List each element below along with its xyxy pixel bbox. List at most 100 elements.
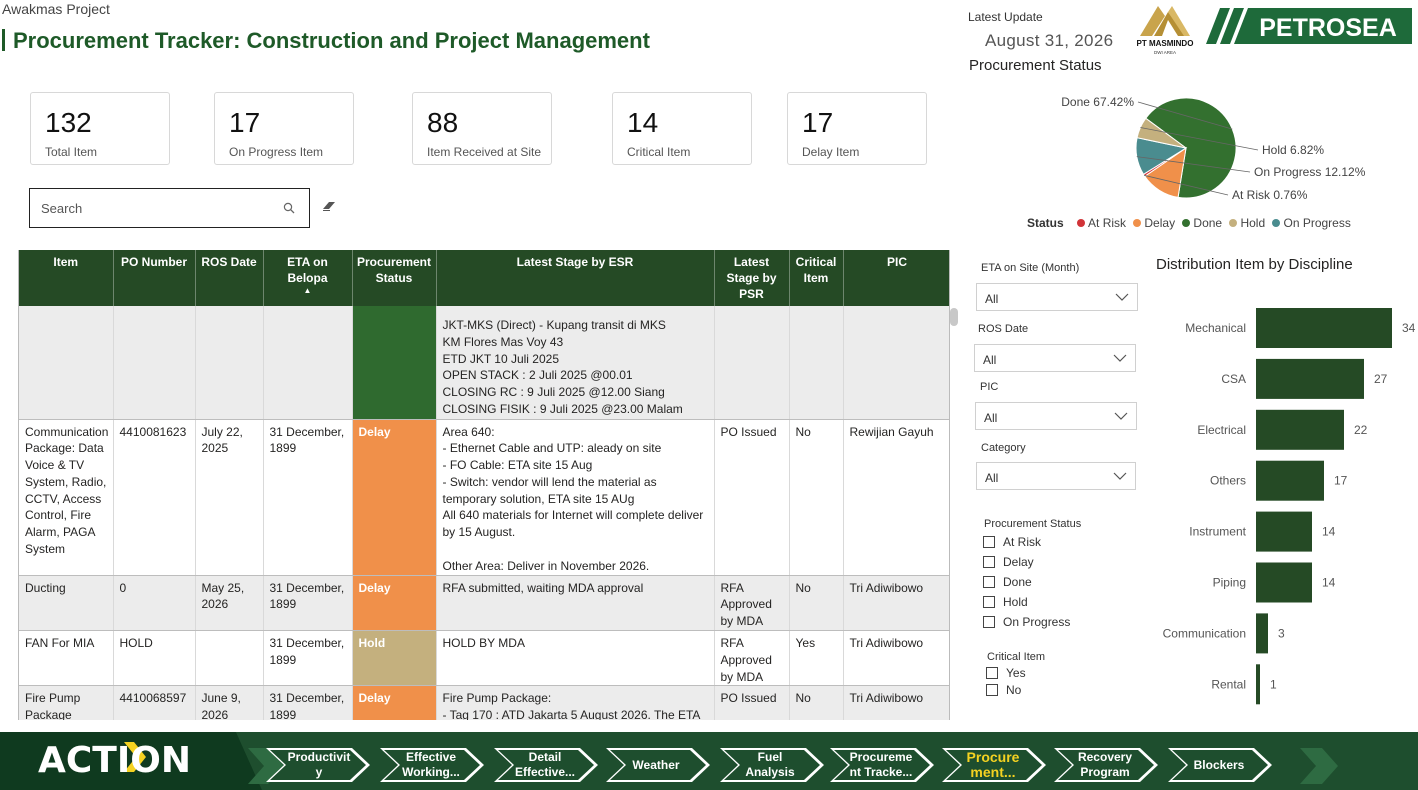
nav-label: Detail Effective... [514,750,576,779]
bar-mechanical [1256,308,1392,348]
bar-category-label: Instrument [1189,525,1246,539]
kpi-on-progress-item: 17 On Progress Item [214,92,354,165]
nav-detail-effective[interactable]: Detail Effective... [512,748,578,782]
nav-effective-working[interactable]: Effective Working... [398,748,464,782]
chevron-down-icon [1113,472,1127,480]
status-option-on-progress[interactable]: On Progress [983,612,1070,632]
legend-item-on-progress[interactable]: On Progress [1283,216,1350,230]
cell-esr: Fire Pump Package: - Tag 170 : ATD Jakar… [436,685,715,720]
kpi-value: 132 [45,107,92,138]
cell-status: Hold [352,630,437,687]
slicer-category-dropdown[interactable]: All [976,462,1136,490]
critical-option-yes[interactable]: Yes [986,664,1026,681]
sort-ascending-icon[interactable]: ▲ [268,286,348,296]
table-scrollbar[interactable] [950,308,958,326]
page-title: Procurement Tracker: Construction and Pr… [2,28,650,54]
critical-option-no[interactable]: No [986,681,1026,698]
eraser-icon[interactable] [321,200,337,212]
checkbox[interactable] [983,576,995,588]
nav-weather[interactable]: Weather [623,748,689,782]
column-header-ros-date[interactable]: ROS Date [195,250,264,306]
bar-category-label: Others [1210,474,1246,488]
masmindo-logo-sub: DWI AREA [1154,50,1176,55]
cell-critical [789,306,844,420]
nav-productivity[interactable]: Productivit y [284,748,354,782]
column-header-po-number[interactable]: PO Number [113,250,196,306]
slicer-ros-dropdown[interactable]: All [974,344,1136,372]
column-header-item[interactable]: Item [19,250,114,306]
title-accent-bar [2,29,5,51]
petrosea-logo: PETROSEA [1206,8,1412,44]
table-row[interactable]: Communication Package: Data Voice & TV S… [19,419,949,576]
column-header-eta-label: ETA on Belopa [287,255,328,285]
cell-eta [263,306,353,420]
bar-instrument [1256,511,1312,552]
nav-blockers[interactable]: Blockers [1186,748,1252,782]
legend-item-hold[interactable]: Hold [1240,216,1265,230]
column-header-procurement-status[interactable]: Procurement Status [352,250,437,306]
nav-label: Recovery Program [1077,750,1133,779]
table-row[interactable]: JKT-MKS (Direct) - Kupang transit di MKS… [19,306,949,420]
pie-label-done: Done 67.42% [1061,95,1134,109]
checkbox[interactable] [986,666,998,679]
column-header-eta-belopa[interactable]: ETA on Belopa ▲ [263,250,353,306]
checkbox[interactable] [983,556,995,568]
nav-procurement-active[interactable]: Procure ment... [958,748,1028,782]
cell-critical: No [789,575,844,632]
legend-item-at-risk[interactable]: At Risk [1088,216,1126,230]
column-header-pic[interactable]: PIC [843,250,949,306]
cell-eta: 31 December, 1899 [263,575,353,632]
nav-procurement-tracker[interactable]: Procureme nt Tracke... [846,748,916,782]
search-box[interactable] [29,188,310,228]
column-header-latest-stage-psr[interactable]: Latest Stage by PSR [714,250,790,306]
bar-communication [1256,613,1268,654]
slicer-pic-dropdown[interactable]: All [975,402,1137,430]
cell-status [352,306,437,420]
search-icon[interactable] [283,202,295,214]
legend-dot-delay [1133,219,1142,227]
bar-rental [1256,664,1260,705]
nav-label: Procureme nt Tracke... [849,750,913,779]
bar-value-label: 14 [1322,525,1336,539]
table-row[interactable]: FAN For MIA HOLD 31 December, 1899 Hold … [19,630,949,687]
legend-dot-hold [1229,219,1238,227]
bar-value-label: 1 [1270,677,1277,691]
search-input[interactable] [41,201,271,216]
bar-value-label: 34 [1402,321,1416,335]
checkbox[interactable] [983,536,995,548]
legend-item-delay[interactable]: Delay [1144,216,1175,230]
checkbox[interactable] [986,683,998,696]
status-option-label: Delay [1003,555,1034,569]
bar-category-label: Rental [1211,677,1246,691]
latest-update-label: Latest Update [968,10,1043,24]
critical-option-label: Yes [1006,665,1026,680]
bar-others [1256,460,1324,501]
discipline-bar-chart: Mechanical 34 CSA 27 Electrical 22 Others 17 Ins… [1163,308,1416,705]
pie-label-hold: Hold 6.82% [1262,143,1324,157]
cell-status: Delay [352,685,437,720]
status-option-hold[interactable]: Hold [983,592,1070,612]
legend-item-done[interactable]: Done [1193,216,1222,230]
slicer-pic-label: PIC [980,381,999,393]
nav-fuel-analysis[interactable]: Fuel Analysis [737,748,803,782]
cell-po [113,306,196,420]
column-header-latest-stage-esr[interactable]: Latest Stage by ESR [436,250,715,306]
checkbox[interactable] [983,616,995,628]
column-header-critical-item[interactable]: Critical Item [789,250,844,306]
slicer-eta-dropdown[interactable]: All [976,283,1138,311]
status-option-done[interactable]: Done [983,572,1070,592]
table-row[interactable]: Ducting 0 May 25, 2026 31 December, 1899… [19,575,949,632]
status-option-delay[interactable]: Delay [983,552,1070,572]
status-option-at-risk[interactable]: At Risk [983,532,1070,552]
masmindo-logo-name: PT MASMINDO [1137,39,1194,48]
cell-psr: RFA Approved by MDA [714,575,790,632]
cell-psr [714,306,790,420]
kpi-critical-item: 14 Critical Item [612,92,752,165]
kpi-label: Delay Item [802,145,860,159]
table-row[interactable]: Fire Pump Package 4410068597 June 9, 202… [19,685,949,720]
cell-ros [195,306,264,420]
checkbox[interactable] [983,596,995,608]
nav-recovery-program[interactable]: Recovery Program [1072,748,1138,782]
cell-item: Fire Pump Package [19,685,114,720]
cell-po: 0 [113,575,196,632]
